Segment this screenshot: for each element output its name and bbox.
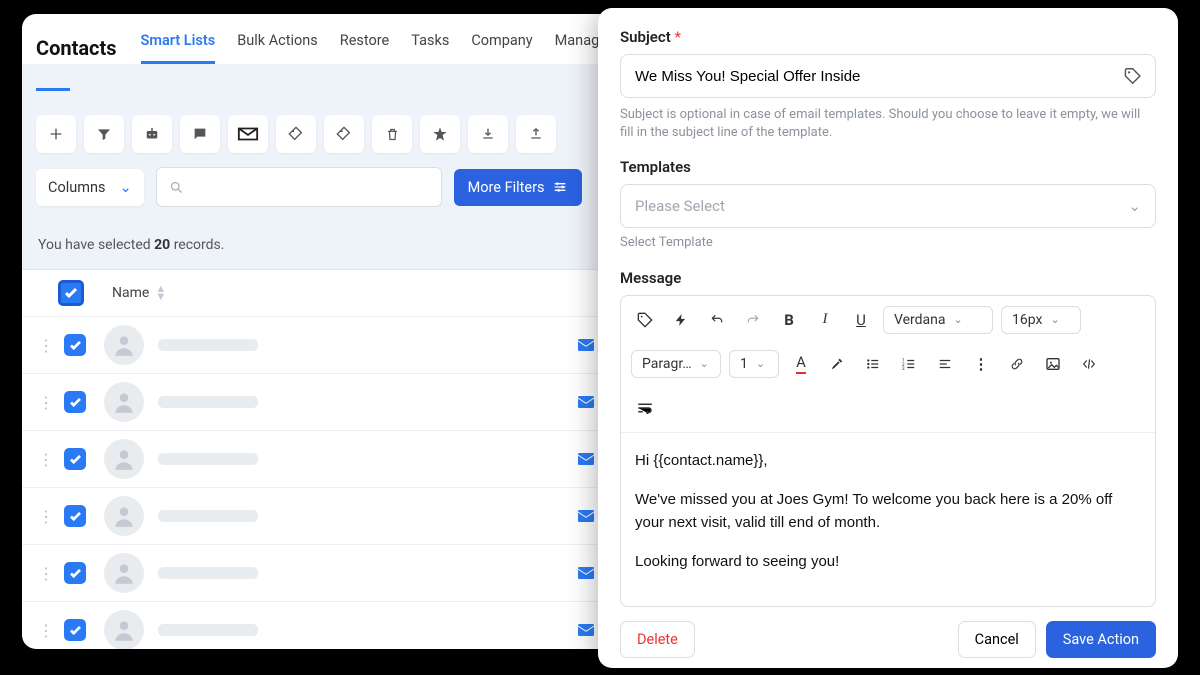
row-checkbox[interactable] xyxy=(64,391,86,413)
tab-tasks[interactable]: Tasks xyxy=(411,32,449,64)
tag-add-icon[interactable] xyxy=(276,115,316,153)
row-checkbox[interactable] xyxy=(64,448,86,470)
redo-icon[interactable] xyxy=(739,306,767,334)
page-title: Contacts xyxy=(36,36,117,60)
text-color-icon[interactable]: A xyxy=(787,350,815,378)
sort-icon: ▲▼ xyxy=(155,285,166,300)
name-placeholder xyxy=(158,396,258,408)
tag-remove-icon[interactable] xyxy=(324,115,364,153)
font-size-select[interactable]: 16px⌄ xyxy=(1001,306,1081,334)
align-icon[interactable] xyxy=(931,350,959,378)
avatar xyxy=(104,325,144,365)
message-label: Message xyxy=(620,269,1156,287)
svg-text:3: 3 xyxy=(902,365,905,370)
search-icon xyxy=(169,180,184,195)
bolt-icon[interactable] xyxy=(667,306,695,334)
name-placeholder xyxy=(158,567,258,579)
drag-handle-icon[interactable]: ⋮ xyxy=(38,507,54,526)
col-name-header[interactable]: Name xyxy=(112,285,149,301)
paragraph-style-select[interactable]: Paragr…⌄ xyxy=(631,350,721,378)
bot-icon[interactable] xyxy=(132,115,172,153)
templates-label: Templates xyxy=(620,158,1156,176)
tab-company[interactable]: Company xyxy=(471,32,532,64)
avatar xyxy=(104,610,144,649)
font-family-select[interactable]: Verdana⌄ xyxy=(883,306,993,334)
row-checkbox[interactable] xyxy=(64,562,86,584)
italic-button[interactable]: I xyxy=(811,306,839,334)
drag-handle-icon[interactable]: ⋮ xyxy=(38,336,54,355)
chevron-down-icon: ⌄ xyxy=(119,179,131,196)
heading-level-select[interactable]: 1⌄ xyxy=(729,350,779,378)
envelope-icon xyxy=(578,453,594,465)
add-button[interactable] xyxy=(36,115,76,153)
underline-button[interactable]: U xyxy=(847,306,875,334)
image-icon[interactable] xyxy=(1039,350,1067,378)
name-placeholder xyxy=(158,339,258,351)
templates-hint: Select Template xyxy=(620,234,1156,252)
drag-handle-icon[interactable]: ⋮ xyxy=(38,450,54,469)
chevron-down-icon: ⌄ xyxy=(1050,313,1059,326)
avatar xyxy=(104,496,144,536)
avatar xyxy=(104,553,144,593)
envelope-icon xyxy=(578,339,594,351)
subject-label: Subject xyxy=(620,28,671,46)
chevron-down-icon: ⌄ xyxy=(1128,197,1141,215)
name-placeholder xyxy=(158,624,258,636)
upload-icon[interactable] xyxy=(516,115,556,153)
bold-button[interactable]: B xyxy=(775,306,803,334)
tag-icon[interactable] xyxy=(631,306,659,334)
row-checkbox[interactable] xyxy=(64,505,86,527)
envelope-icon xyxy=(578,624,594,636)
subject-input-wrapper xyxy=(620,54,1156,98)
more-icon[interactable]: ⋮ xyxy=(967,350,995,378)
columns-label: Columns xyxy=(48,179,105,196)
row-checkbox[interactable] xyxy=(64,334,86,356)
envelope-icon xyxy=(578,567,594,579)
cancel-button[interactable]: Cancel xyxy=(958,621,1036,658)
templates-select[interactable]: Please Select ⌄ xyxy=(620,184,1156,228)
undo-icon[interactable] xyxy=(703,306,731,334)
envelope-icon xyxy=(578,396,594,408)
drag-handle-icon[interactable]: ⋮ xyxy=(38,621,54,640)
envelope-icon xyxy=(578,510,594,522)
bullet-list-icon[interactable] xyxy=(859,350,887,378)
code-icon[interactable] xyxy=(1075,350,1103,378)
message-body[interactable]: Hi {{contact.name}}, We've missed you at… xyxy=(621,433,1155,606)
delete-icon[interactable] xyxy=(372,115,412,153)
tab-restore[interactable]: Restore xyxy=(340,32,389,64)
save-action-button[interactable]: Save Action xyxy=(1046,621,1156,658)
chevron-down-icon: ⌄ xyxy=(756,357,765,370)
avatar xyxy=(104,382,144,422)
select-all-checkbox[interactable] xyxy=(58,280,84,306)
subject-hint: Subject is optional in case of email tem… xyxy=(620,106,1156,142)
sliders-icon xyxy=(552,179,568,195)
highlight-icon[interactable] xyxy=(823,350,851,378)
sms-icon[interactable] xyxy=(180,115,220,153)
delete-button[interactable]: Delete xyxy=(620,621,695,658)
required-indicator: * xyxy=(674,28,680,46)
row-checkbox[interactable] xyxy=(64,619,86,641)
email-icon[interactable] xyxy=(228,115,268,153)
download-icon[interactable] xyxy=(468,115,508,153)
numbered-list-icon[interactable]: 123 xyxy=(895,350,923,378)
chevron-down-icon: ⌄ xyxy=(954,313,963,326)
search-input[interactable] xyxy=(156,167,442,207)
avatar xyxy=(104,439,144,479)
wrap-icon[interactable] xyxy=(631,394,659,422)
tab-smart-lists[interactable]: Smart Lists xyxy=(141,32,216,64)
name-placeholder xyxy=(158,510,258,522)
name-placeholder xyxy=(158,453,258,465)
active-filter-indicator xyxy=(36,88,70,91)
star-icon[interactable] xyxy=(420,115,460,153)
columns-select[interactable]: Columns ⌄ xyxy=(36,169,144,206)
link-icon[interactable] xyxy=(1003,350,1031,378)
filter-button[interactable] xyxy=(84,115,124,153)
tag-icon[interactable] xyxy=(1124,67,1141,85)
chevron-down-icon: ⌄ xyxy=(700,357,709,370)
tab-bulk-actions[interactable]: Bulk Actions xyxy=(237,32,318,64)
drag-handle-icon[interactable]: ⋮ xyxy=(38,564,54,583)
drag-handle-icon[interactable]: ⋮ xyxy=(38,393,54,412)
more-filters-button[interactable]: More Filters xyxy=(454,169,583,206)
subject-input[interactable] xyxy=(635,68,1124,85)
